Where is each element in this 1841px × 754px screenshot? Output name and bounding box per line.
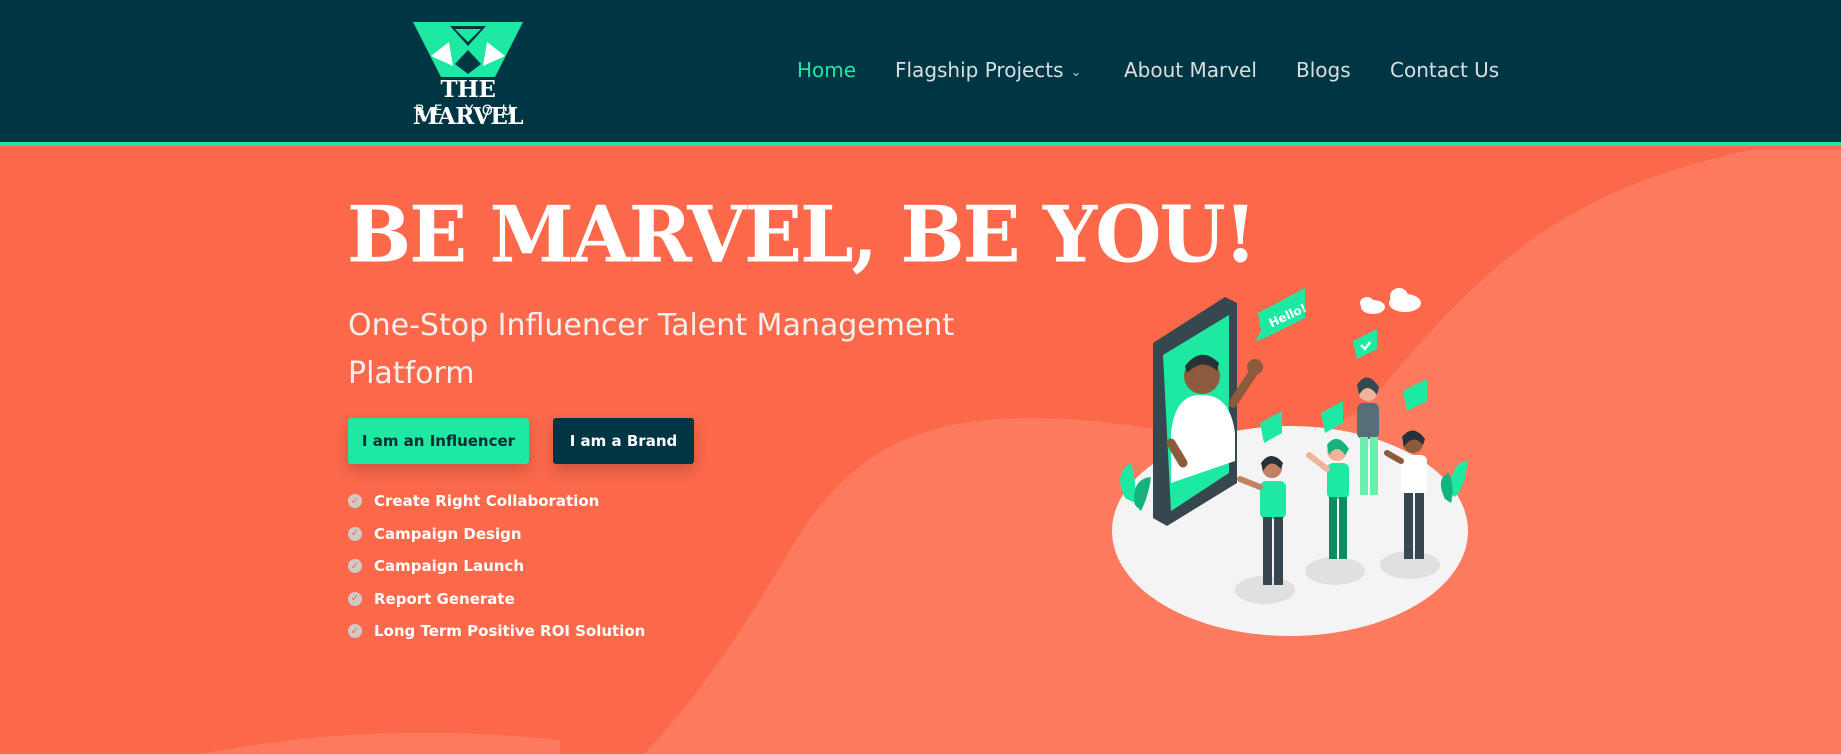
list-item: ✓ Report Generate — [348, 583, 645, 616]
nav-home[interactable]: Home — [797, 58, 856, 82]
check-circle-icon: ✓ — [348, 624, 362, 639]
feature-label: Create Right Collaboration — [374, 492, 600, 511]
feature-list: ✓ Create Right Collaboration ✓ Campaign De… — [348, 485, 645, 648]
hero-subheadline: One-Stop Influencer Talent Management Pl… — [348, 308, 955, 391]
check-circle-icon: ✓ — [348, 559, 362, 574]
nav-flagship-projects[interactable]: Flagship Projects ⌄ — [895, 58, 1081, 82]
feature-label: Campaign Design — [374, 524, 522, 543]
feature-label: Report Generate — [374, 589, 515, 608]
site-header: THE MARVEL BE YOU Home Flagship Projects… — [0, 0, 1841, 146]
check-circle-icon: ✓ — [348, 526, 362, 541]
hero-headline: BE MARVEL, BE YOU! — [347, 189, 1257, 280]
list-item: ✓ Campaign Launch — [348, 550, 645, 583]
brand-button[interactable]: I am a Brand — [553, 418, 694, 464]
main-nav: Home Flagship Projects ⌄ About Marvel Blo… — [0, 58, 1841, 88]
cloud-icon — [1360, 288, 1421, 314]
list-item: ✓ Long Term Positive ROI Solution — [348, 615, 645, 648]
nav-flagship-projects-label: Flagship Projects — [895, 58, 1064, 82]
nav-contact-us[interactable]: Contact Us — [1390, 58, 1499, 82]
chevron-down-icon: ⌄ — [1070, 65, 1082, 80]
check-circle-icon: ✓ — [348, 494, 362, 509]
check-circle-icon: ✓ — [348, 591, 362, 606]
list-item: ✓ Campaign Design — [348, 518, 645, 551]
hero-illustration: Hello! — [1112, 288, 1468, 636]
feature-label: Long Term Positive ROI Solution — [374, 622, 646, 641]
logo-tagline: BE YOU — [415, 103, 521, 119]
feature-label: Campaign Launch — [374, 557, 525, 576]
nav-about-marvel[interactable]: About Marvel — [1124, 58, 1257, 82]
influencer-button[interactable]: I am an Influencer — [348, 418, 529, 464]
list-item: ✓ Create Right Collaboration — [348, 485, 645, 518]
nav-blogs[interactable]: Blogs — [1296, 58, 1351, 82]
heart-icon — [1353, 329, 1377, 359]
